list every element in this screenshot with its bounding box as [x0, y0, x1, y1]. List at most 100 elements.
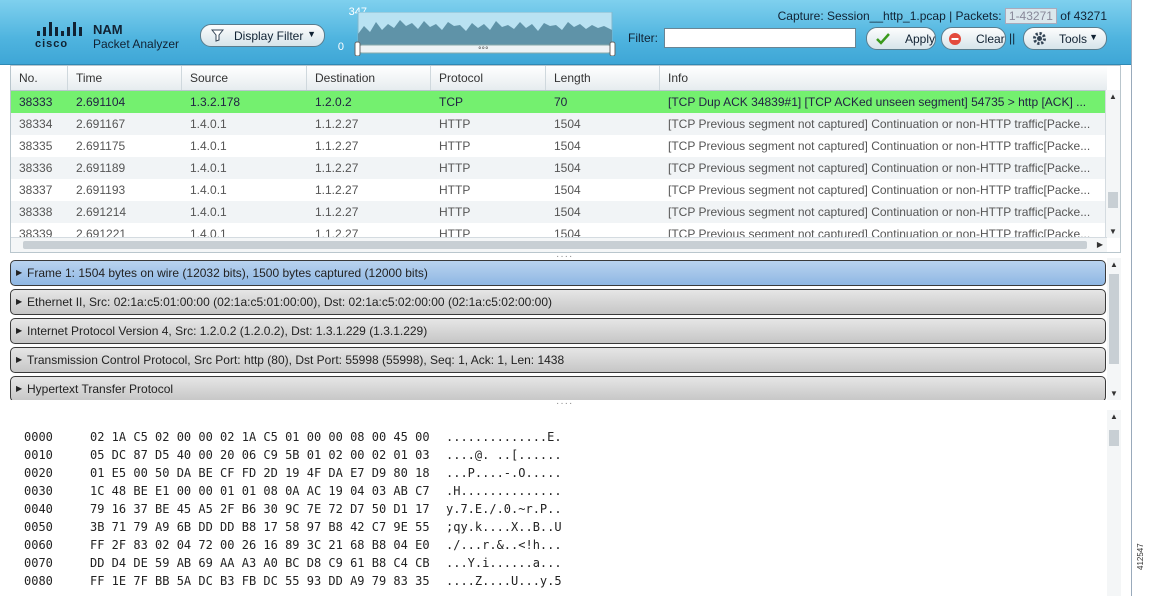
scroll-down-icon[interactable]: ▼: [1110, 389, 1118, 398]
expand-triangle-icon[interactable]: ▶: [16, 261, 22, 285]
apply-button[interactable]: Apply: [866, 27, 936, 50]
scroll-up-icon[interactable]: ▲: [1110, 412, 1118, 421]
cell-destination: 1.1.2.27: [315, 139, 359, 153]
cell-protocol: TCP: [439, 95, 463, 109]
detail-node[interactable]: ▶ Hypertext Transfer Protocol: [10, 376, 1106, 400]
detail-node[interactable]: ▶ Transmission Control Protocol, Src Port…: [10, 347, 1106, 373]
splitter-grip[interactable]: ····: [556, 398, 573, 409]
cell-destination: 1.1.2.27: [315, 183, 359, 197]
table-row[interactable]: 38333 2.691104 1.3.2.178 1.2.0.2 TCP 70 [TCP D…: [11, 91, 1107, 113]
tools-button[interactable]: Tools ▼: [1023, 27, 1107, 50]
hex-vscroll[interactable]: ▲: [1107, 410, 1121, 596]
apply-label: Apply: [904, 31, 935, 46]
cell-length: 1504: [554, 183, 581, 197]
scroll-up-icon[interactable]: ▲: [1110, 260, 1118, 269]
expand-triangle-icon[interactable]: ▶: [16, 290, 22, 314]
clear-button[interactable]: Clear: [941, 27, 1006, 50]
cell-info: [TCP Previous segment not captured] Cont…: [668, 161, 1091, 175]
filter-input[interactable]: [664, 28, 856, 48]
chevron-down-icon: ▼: [1089, 32, 1098, 42]
detail-node[interactable]: ▶ Ethernet II, Src: 02:1a:c5:01:00:00 (02…: [10, 289, 1106, 315]
scroll-up-icon[interactable]: ▲: [1109, 92, 1117, 101]
hex-dump-pane: 0000 02 1A C5 02 00 00 02 1A C5 01 00 00 …: [10, 410, 1121, 596]
packet-total: of 43271: [1060, 9, 1107, 23]
cell-destination: 1.2.0.2: [315, 95, 352, 109]
cell-time: 2.691189: [76, 161, 126, 175]
column-header-protocol[interactable]: Protocol: [431, 66, 546, 90]
expand-triangle-icon[interactable]: ▶: [16, 348, 22, 372]
column-header-length[interactable]: Length: [546, 66, 660, 90]
hex-bytes: DD D4 DE 59 AB 69 AA A3 A0 BC D8 C9 61 B…: [90, 556, 430, 570]
hex-ascii: ....@. ..[......: [446, 448, 562, 462]
hex-ascii: y.7.E./.0.~r.P..: [446, 502, 562, 516]
product-name: NAM: [93, 22, 123, 37]
cell-time: 2.691175: [76, 139, 126, 153]
range-handle-right[interactable]: [609, 41, 616, 56]
cell-source: 1.3.2.178: [190, 95, 241, 109]
expand-triangle-icon[interactable]: ▶: [16, 377, 22, 400]
packet-list-table: No. Time Source Destination Protocol Len…: [10, 65, 1121, 253]
cell-info: [TCP Dup ACK 34839#1] [TCP ACKed unseen …: [668, 95, 1087, 109]
scroll-down-icon[interactable]: ▼: [1109, 227, 1117, 236]
packet-range-input[interactable]: 1-43271: [1004, 8, 1057, 24]
table-row[interactable]: 38334 2.691167 1.4.0.1 1.1.2.27 HTTP 1504 [TCP…: [11, 113, 1107, 135]
traffic-sparkline[interactable]: °°°: [352, 12, 618, 56]
cell-time: 2.691104: [76, 95, 126, 109]
scroll-thumb[interactable]: [1108, 192, 1118, 208]
filter-label: Filter:: [628, 31, 658, 45]
cell-protocol: HTTP: [439, 117, 471, 131]
hex-bytes: 79 16 37 BE 45 A5 2F B6 30 9C 7E 72 D7 5…: [90, 502, 430, 516]
cell-source: 1.4.0.1: [190, 117, 227, 131]
scroll-right-icon[interactable]: ▶: [1097, 240, 1103, 249]
sparkline-min: 0: [337, 41, 344, 53]
column-header-no[interactable]: No.: [11, 66, 68, 90]
hex-offset: 0030: [24, 484, 53, 498]
toolbar-separator: ||: [1009, 31, 1016, 45]
cell-protocol: HTTP: [439, 183, 471, 197]
cell-source: 1.4.0.1: [190, 183, 227, 197]
cell-protocol: HTTP: [439, 161, 471, 175]
detail-node[interactable]: ▶ Internet Protocol Version 4, Src: 1.2.0…: [10, 318, 1106, 344]
cell-no: 38336: [19, 161, 53, 175]
table-row[interactable]: 38338 2.691214 1.4.0.1 1.1.2.27 HTTP 1504 [TCP…: [11, 201, 1107, 223]
packet-list-hscroll[interactable]: ▶: [11, 237, 1107, 252]
hex-ascii: ..............E.: [446, 430, 562, 444]
cell-length: 1504: [554, 205, 581, 219]
column-header-destination[interactable]: Destination: [307, 66, 431, 90]
detail-node[interactable]: ▶ Frame 1: 1504 bytes on wire (12032 bits…: [10, 260, 1106, 286]
column-header-source[interactable]: Source: [182, 66, 307, 90]
scroll-thumb[interactable]: [1109, 274, 1119, 364]
hex-bytes: 1C 48 BE E1 00 00 01 01 08 0A AC 19 04 0…: [90, 484, 430, 498]
cell-no: 38335: [19, 139, 53, 153]
table-row[interactable]: 38335 2.691175 1.4.0.1 1.1.2.27 HTTP 1504 [TCP…: [11, 135, 1107, 157]
display-filter-button[interactable]: Display Filter ▼: [200, 24, 325, 47]
details-vscroll[interactable]: ▲ ▼: [1107, 258, 1121, 400]
cell-source: 1.4.0.1: [190, 205, 227, 219]
chevron-down-icon: ▼: [307, 29, 316, 39]
figure-id: 412547: [1136, 543, 1145, 570]
cell-length: 1504: [554, 139, 581, 153]
cell-info: [TCP Previous segment not captured] Cont…: [668, 117, 1091, 131]
display-filter-label: Display Filter: [234, 28, 304, 43]
column-header-time[interactable]: Time: [68, 66, 182, 90]
sparkline-grip[interactable]: °°°: [478, 46, 489, 54]
hex-bytes: FF 2F 83 02 04 72 00 26 16 89 3C 21 68 B…: [90, 538, 430, 552]
cell-source: 1.4.0.1: [190, 161, 227, 175]
hex-offset: 0060: [24, 538, 53, 552]
hex-ascii: ...Y.i......a...: [446, 556, 562, 570]
cell-length: 70: [554, 95, 568, 109]
scroll-thumb[interactable]: [23, 241, 1087, 249]
cell-info: [TCP Previous segment not captured] Cont…: [668, 183, 1091, 197]
packet-list-vscroll[interactable]: ▲ ▼: [1105, 90, 1120, 238]
scroll-thumb[interactable]: [1109, 430, 1119, 446]
expand-triangle-icon[interactable]: ▶: [16, 319, 22, 343]
table-row[interactable]: 38337 2.691193 1.4.0.1 1.1.2.27 HTTP 1504 [TCP…: [11, 179, 1107, 201]
cell-time: 2.691214: [76, 205, 127, 219]
cell-no: 38338: [19, 205, 53, 219]
range-handle-left[interactable]: [354, 41, 361, 56]
table-row[interactable]: 38336 2.691189 1.4.0.1 1.1.2.27 HTTP 1504 [TCP…: [11, 157, 1107, 179]
hex-ascii: ...P....-.O.....: [446, 466, 562, 480]
column-header-info[interactable]: Info: [660, 66, 1107, 90]
nam-window: cisco NAM Packet Analyzer Display Filter…: [0, 0, 1132, 596]
hex-ascii: ./...r.&..<!h...: [446, 538, 562, 552]
